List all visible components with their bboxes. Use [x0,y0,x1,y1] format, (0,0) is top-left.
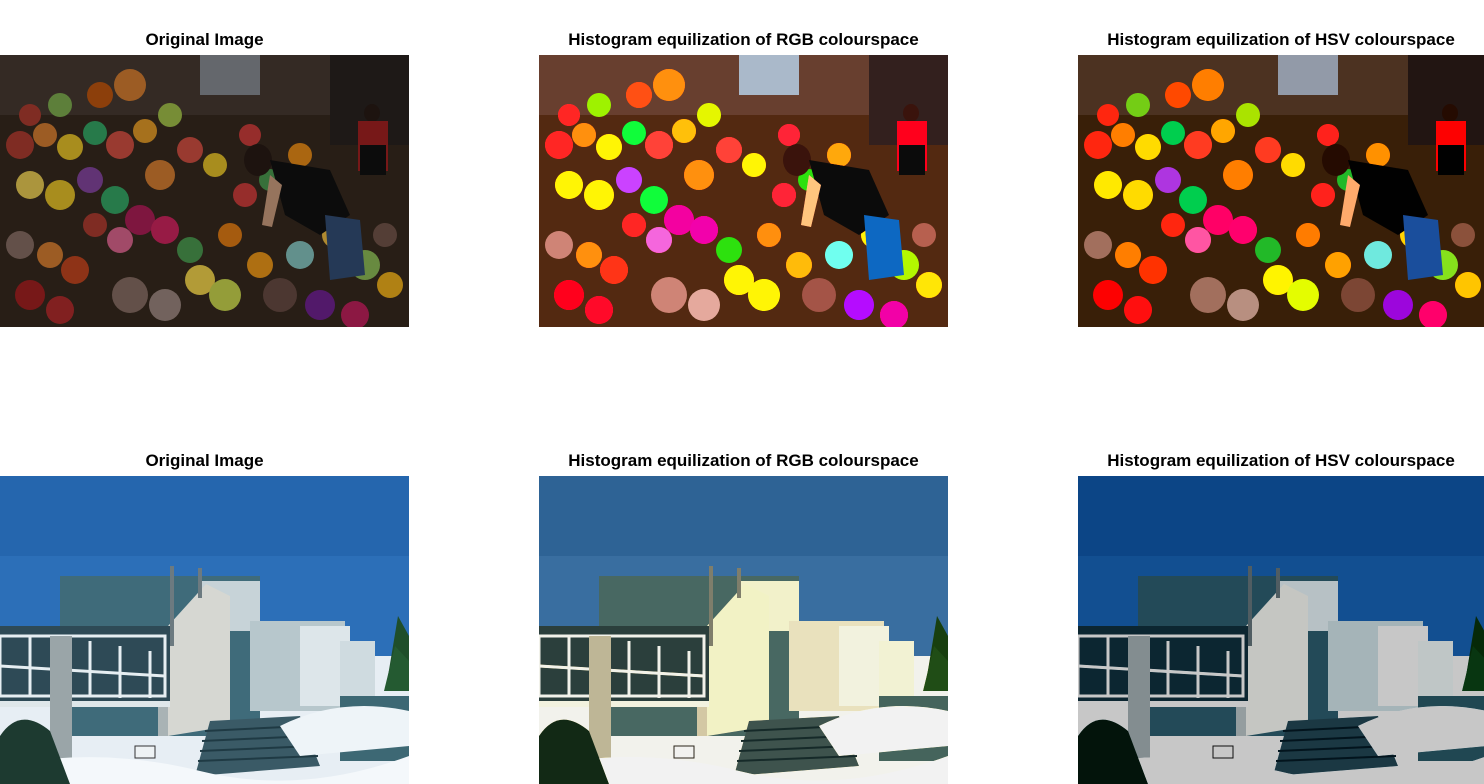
panel-title: Original Image [145,30,264,49]
panel-title: Histogram equilization of HSV colourspac… [1107,451,1455,470]
building-hsv-equalized-image [1078,476,1484,784]
panel-title: Original Image [145,451,264,470]
fruit-market-original-image [0,55,409,327]
fruit-market-rgb-equalized-image [539,55,948,327]
panel-title: Histogram equilization of RGB colourspac… [568,30,919,49]
panel-title: Histogram equilization of RGB colourspac… [568,451,919,470]
panel-fruit-original: Original Image [0,30,409,330]
panel-title: Histogram equilization of HSV colourspac… [1107,30,1455,49]
panel-fruit-hsv: Histogram equilization of HSV colourspac… [1078,30,1484,330]
building-rgb-equalized-image [539,476,948,784]
panel-building-original: Original Image [0,451,409,784]
panel-building-hsv: Histogram equilization of HSV colourspac… [1078,451,1484,784]
fruit-market-hsv-equalized-image [1078,55,1484,327]
building-original-image [0,476,409,784]
panel-fruit-rgb: Histogram equilization of RGB colourspac… [539,30,948,330]
panel-building-rgb: Histogram equilization of RGB colourspac… [539,451,948,784]
